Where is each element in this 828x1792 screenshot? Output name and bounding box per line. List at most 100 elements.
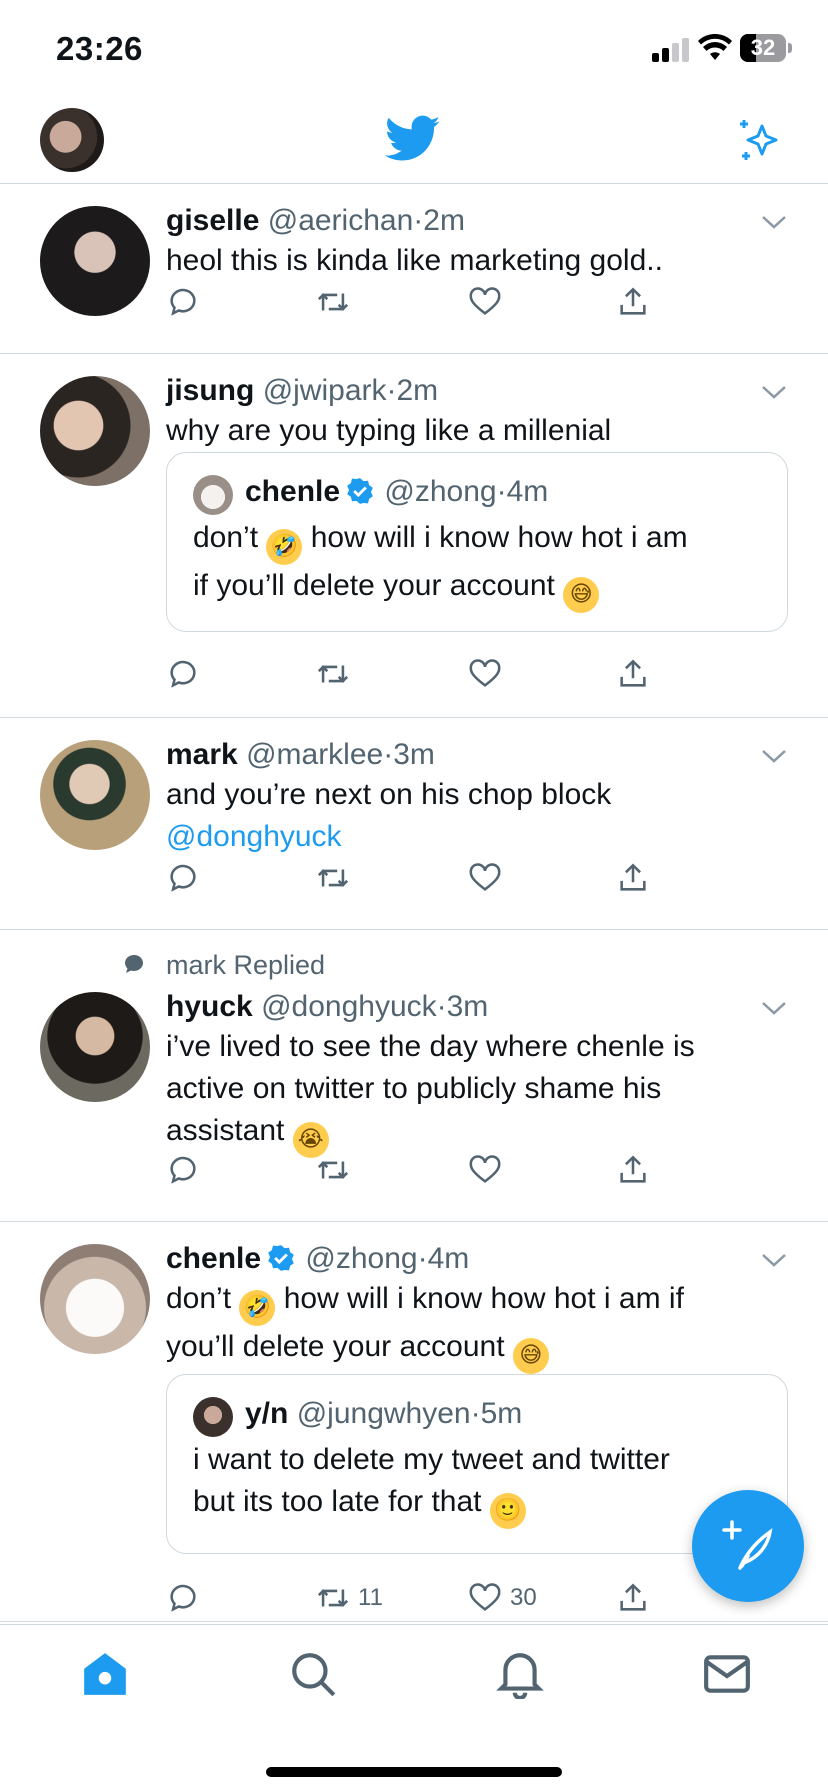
tweet[interactable]: giselle @aerichan·2m heol this is kinda … [0,184,828,354]
author-name[interactable]: mark [166,738,238,771]
tweet-text: heol this is kinda like marketing gold.. [166,244,663,277]
wifi-icon [698,34,732,60]
avatar[interactable] [40,1244,150,1354]
heart-icon [469,1155,501,1183]
tweet-time: 2m [396,374,439,407]
share-icon [620,287,646,315]
profile-avatar[interactable] [40,108,104,172]
share-icon [620,863,646,891]
tweet-time: 2m [423,204,465,237]
nav-search[interactable] [288,1649,338,1699]
reply-button[interactable] [166,858,200,898]
mention-link[interactable]: @donghyuck [166,816,788,858]
compose-tweet-button[interactable] [692,1490,804,1602]
twitter-bird-icon[interactable] [385,114,441,164]
heart-icon [469,659,501,687]
timeline: giselle @aerichan·2m heol this is kinda … [0,184,828,1622]
feather-plus-icon [722,1520,773,1570]
search-icon [292,1653,336,1697]
quote-avatar [193,1397,233,1437]
reply-button[interactable] [166,1150,200,1190]
share-button[interactable] [616,858,650,898]
tweet[interactable]: mark @marklee·3m and you’re next on his … [0,718,828,930]
share-button[interactable] [616,654,650,694]
retweet-icon [317,665,349,683]
retweet-button[interactable] [316,1150,350,1190]
slight-smile-emoji: 🙂 [489,1493,526,1529]
reply-icon [170,660,196,688]
like-button[interactable] [468,282,502,322]
retweet-button[interactable] [316,858,350,898]
reply-button[interactable] [166,654,200,694]
author-handle: @zhong [305,1242,418,1275]
tweet-text: don’t 🤣 how will i know how hot i am if … [166,1278,788,1374]
sweat-smile-emoji: 😅 [563,577,600,613]
quote-text: i want to delete my tweet and twitter bu… [193,1439,767,1529]
avatar[interactable] [40,206,150,316]
reply-icon [170,864,196,892]
avatar[interactable] [40,376,150,486]
heart-icon [469,1583,501,1611]
app-header [0,96,828,184]
like-button[interactable] [468,654,502,694]
quote-author-name: chenle [245,475,341,508]
share-button[interactable] [616,1578,650,1618]
nav-notifications[interactable] [495,1649,545,1700]
reply-button[interactable] [166,282,200,322]
reply-icon [170,1156,196,1184]
retweet-icon [317,1589,349,1607]
tweet-time: 3m [446,990,489,1023]
bell-icon [496,1653,544,1700]
reply-icon [170,288,196,316]
reply-icon [170,1584,196,1612]
like-button[interactable]: 30 [468,1578,537,1618]
tweet-actions [166,858,646,898]
home-icon [84,1653,126,1695]
tweet-time: 3m [393,738,435,771]
heart-icon [469,287,501,315]
share-icon [620,659,646,687]
quote-author-handle: @zhong [384,475,497,508]
quoted-tweet[interactable]: chenle @zhong·4m don’t 🤣 how will i know… [166,452,788,632]
tweet-actions [166,654,646,694]
tweet-text: why are you typing like a millenial [166,414,612,447]
retweet-button[interactable]: 11 [316,1578,383,1618]
retweet-button[interactable] [316,654,350,694]
author-name[interactable]: hyuck [166,990,253,1023]
retweet-button[interactable] [316,282,350,322]
replied-context: mark Replied [122,950,325,981]
share-button[interactable] [616,1150,650,1190]
nav-messages[interactable] [702,1649,752,1699]
avatar[interactable] [40,740,150,850]
author-handle: @jwipark [262,374,387,407]
like-button[interactable] [468,858,502,898]
author-handle: @marklee [246,738,384,771]
like-button[interactable] [468,1150,502,1190]
author-name[interactable]: chenle [166,1242,261,1275]
retweet-icon [317,293,349,311]
bottom-nav [0,1624,828,1792]
tweet[interactable]: mark Replied hyuck @donghyuck·3m i’ve li… [0,930,828,1222]
rofl-emoji: 🤣 [266,529,303,565]
author-name[interactable]: giselle [166,204,259,237]
status-bar: 23:26 32 [0,0,828,96]
battery-icon: 32 [740,34,792,62]
mail-icon [704,1655,750,1693]
reply-button[interactable] [166,1578,200,1618]
author-handle: @aerichan [267,204,414,237]
battery-level: 32 [750,35,776,60]
share-button[interactable] [616,282,650,322]
author-handle: @donghyuck [261,990,437,1023]
tweet-text: i’ve lived to see the day where chenle i… [166,1026,788,1158]
sparkle-icon[interactable] [736,114,786,164]
nav-home[interactable] [80,1649,130,1699]
tweet-time: 4m [427,1242,470,1275]
tweet-actions: 11 30 [166,1578,646,1618]
retweet-count: 11 [358,1584,383,1611]
tweet-actions [166,282,646,322]
tweet-text: and you’re next on his chop block [166,778,612,811]
author-name[interactable]: jisung [166,374,254,407]
avatar[interactable] [40,992,150,1102]
tweet[interactable]: jisung @jwipark·2m why are you typing li… [0,354,828,718]
share-icon [620,1583,646,1611]
